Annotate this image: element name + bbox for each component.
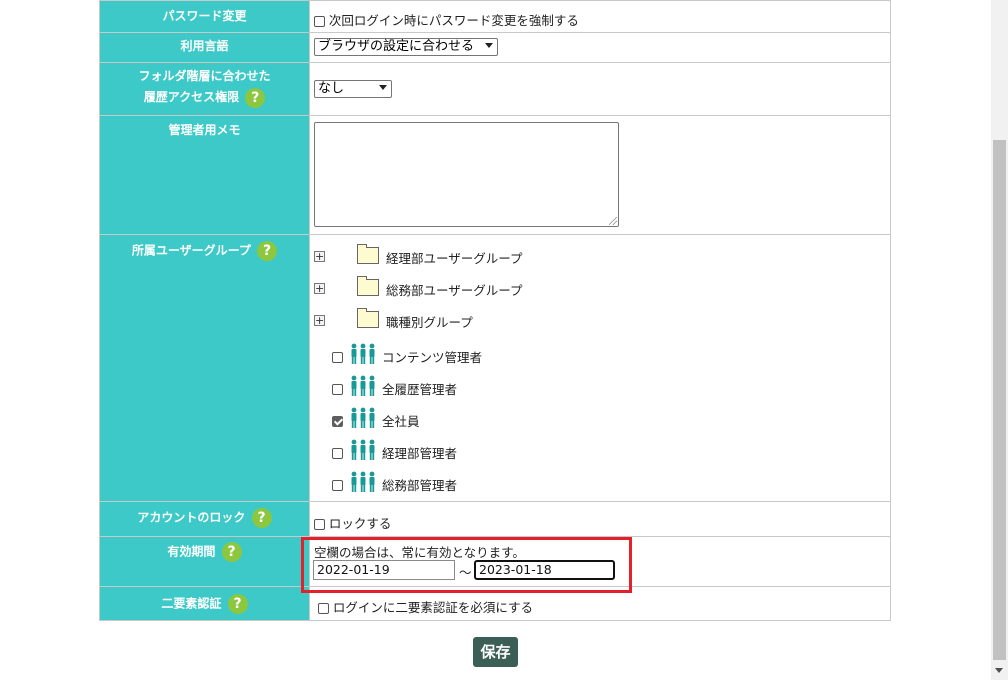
force-password-change-checkbox[interactable] [314, 16, 325, 27]
user-group-icon [351, 407, 375, 428]
validity-label-cell: 有効期間 ? [99, 536, 310, 587]
validity-label: 有効期間 [167, 544, 216, 559]
user-group-icon [351, 439, 375, 460]
row-memo: 管理者用メモ [99, 115, 891, 235]
mfa-label: 二要素認証 [161, 596, 222, 611]
group-checkbox[interactable] [332, 448, 343, 459]
folder-label[interactable]: 経理部ユーザーグループ [386, 248, 523, 267]
mfa-checkbox[interactable] [318, 603, 329, 614]
row-lock: アカウントのロック ? ロックする [99, 501, 891, 537]
mfa-label-cell: 二要素認証 ? [99, 586, 310, 621]
folder-history-label-line2: 履歴アクセス権限 [143, 90, 240, 104]
language-select-value: ブラウザの設定に合わせる [318, 39, 475, 54]
group-item[interactable]: 全履歴管理者 [310, 370, 890, 402]
help-icon[interactable]: ? [257, 241, 278, 261]
password-label-cell: パスワード変更 [99, 0, 310, 33]
save-button[interactable]: 保存 [473, 637, 518, 667]
folder-history-select[interactable]: なし [314, 80, 392, 98]
row-groups: 所属ユーザーグループ ? + 経理部ユーザーグループ + 総務部ユーザーグループ… [99, 234, 891, 502]
groups-label: 所属ユーザーグループ [131, 243, 251, 258]
group-item[interactable]: 経理部管理者 [310, 434, 890, 466]
resize-grip-icon[interactable] [609, 217, 617, 225]
group-checkbox[interactable] [332, 352, 343, 363]
help-icon[interactable]: ? [245, 87, 266, 108]
password-value-cell: 次回ログイン時にパスワード変更を強制する [309, 0, 891, 33]
group-label: 総務部管理者 [382, 478, 458, 493]
group-label: 全履歴管理者 [382, 382, 458, 397]
scroll-down-arrow-icon[interactable] [995, 668, 1003, 673]
memo-value-cell [309, 115, 891, 235]
group-label: コンテンツ管理者 [382, 350, 483, 365]
group-checkbox-checked[interactable] [332, 416, 343, 427]
folder-row[interactable]: + 経理部ユーザーグループ [310, 238, 890, 270]
force-password-change-label: 次回ログイン時にパスワード変更を強制する [328, 13, 579, 28]
group-label: 経理部管理者 [382, 446, 458, 461]
row-folder-history: フォルダ階層に合わせた 履歴アクセス権限 ? なし [99, 62, 891, 116]
lock-checkbox[interactable] [314, 519, 325, 530]
user-group-icon [351, 375, 375, 396]
user-group-icon [351, 471, 375, 492]
folder-row[interactable]: + 職種別グループ [310, 302, 890, 334]
expand-plus-icon[interactable]: + [314, 251, 325, 262]
admin-memo-textarea[interactable] [314, 122, 619, 227]
help-icon[interactable]: ? [227, 594, 248, 614]
groups-label-cell: 所属ユーザーグループ ? [99, 234, 310, 502]
group-label: 全社員 [382, 414, 420, 429]
language-label: 利用言語 [180, 39, 229, 53]
folder-label[interactable]: 総務部ユーザーグループ [386, 280, 523, 299]
expand-plus-icon[interactable]: + [314, 315, 325, 326]
lock-label-cell: アカウントのロック ? [99, 501, 310, 537]
memo-label-cell: 管理者用メモ [99, 115, 310, 235]
row-language: 利用言語 ブラウザの設定に合わせる [99, 32, 891, 63]
user-settings-form: パスワード変更 次回ログイン時にパスワード変更を強制する 利用言語 ブラウザの設… [99, 0, 891, 621]
user-group-icon [351, 343, 375, 364]
groups-value-cell: + 経理部ユーザーグループ + 総務部ユーザーグループ + 職種別グループ コン… [309, 234, 891, 502]
mfa-checkbox-label: ログインに二要素認証を必須にする [332, 600, 533, 615]
chevron-down-icon [379, 85, 387, 90]
lock-value-cell: ロックする [309, 501, 891, 537]
folder-history-select-value: なし [318, 81, 345, 96]
folder-history-label-cell: フォルダ階層に合わせた 履歴アクセス権限 ? [99, 62, 310, 116]
help-icon[interactable]: ? [251, 508, 272, 528]
folder-icon [357, 244, 379, 264]
scrollbar-thumb[interactable] [993, 140, 1006, 660]
group-checkbox[interactable] [332, 384, 343, 395]
folder-row[interactable]: + 総務部ユーザーグループ [310, 270, 890, 302]
highlight-box [301, 537, 632, 593]
lock-checkbox-label: ロックする [328, 516, 392, 531]
group-item[interactable]: 総務部管理者 [310, 466, 890, 498]
row-password: パスワード変更 次回ログイン時にパスワード変更を強制する [99, 0, 891, 33]
help-icon[interactable]: ? [221, 542, 242, 562]
password-label: パスワード変更 [162, 9, 247, 23]
expand-plus-icon[interactable]: + [314, 283, 325, 294]
lock-label: アカウントのロック [137, 510, 246, 525]
vertical-scrollbar[interactable] [991, 0, 1008, 680]
group-checkbox[interactable] [332, 480, 343, 491]
memo-label: 管理者用メモ [168, 123, 241, 137]
folder-label[interactable]: 職種別グループ [386, 312, 473, 331]
language-select[interactable]: ブラウザの設定に合わせる [314, 38, 498, 56]
folder-history-value-cell: なし [309, 62, 891, 116]
group-item[interactable]: 全社員 [310, 402, 890, 434]
group-item[interactable]: コンテンツ管理者 [310, 338, 890, 370]
language-value-cell: ブラウザの設定に合わせる [309, 32, 891, 63]
chevron-down-icon [485, 43, 493, 48]
folder-history-label-line1: フォルダ階層に合わせた [138, 69, 271, 83]
language-label-cell: 利用言語 [99, 32, 310, 63]
folder-icon [357, 308, 379, 328]
folder-icon [357, 276, 379, 296]
